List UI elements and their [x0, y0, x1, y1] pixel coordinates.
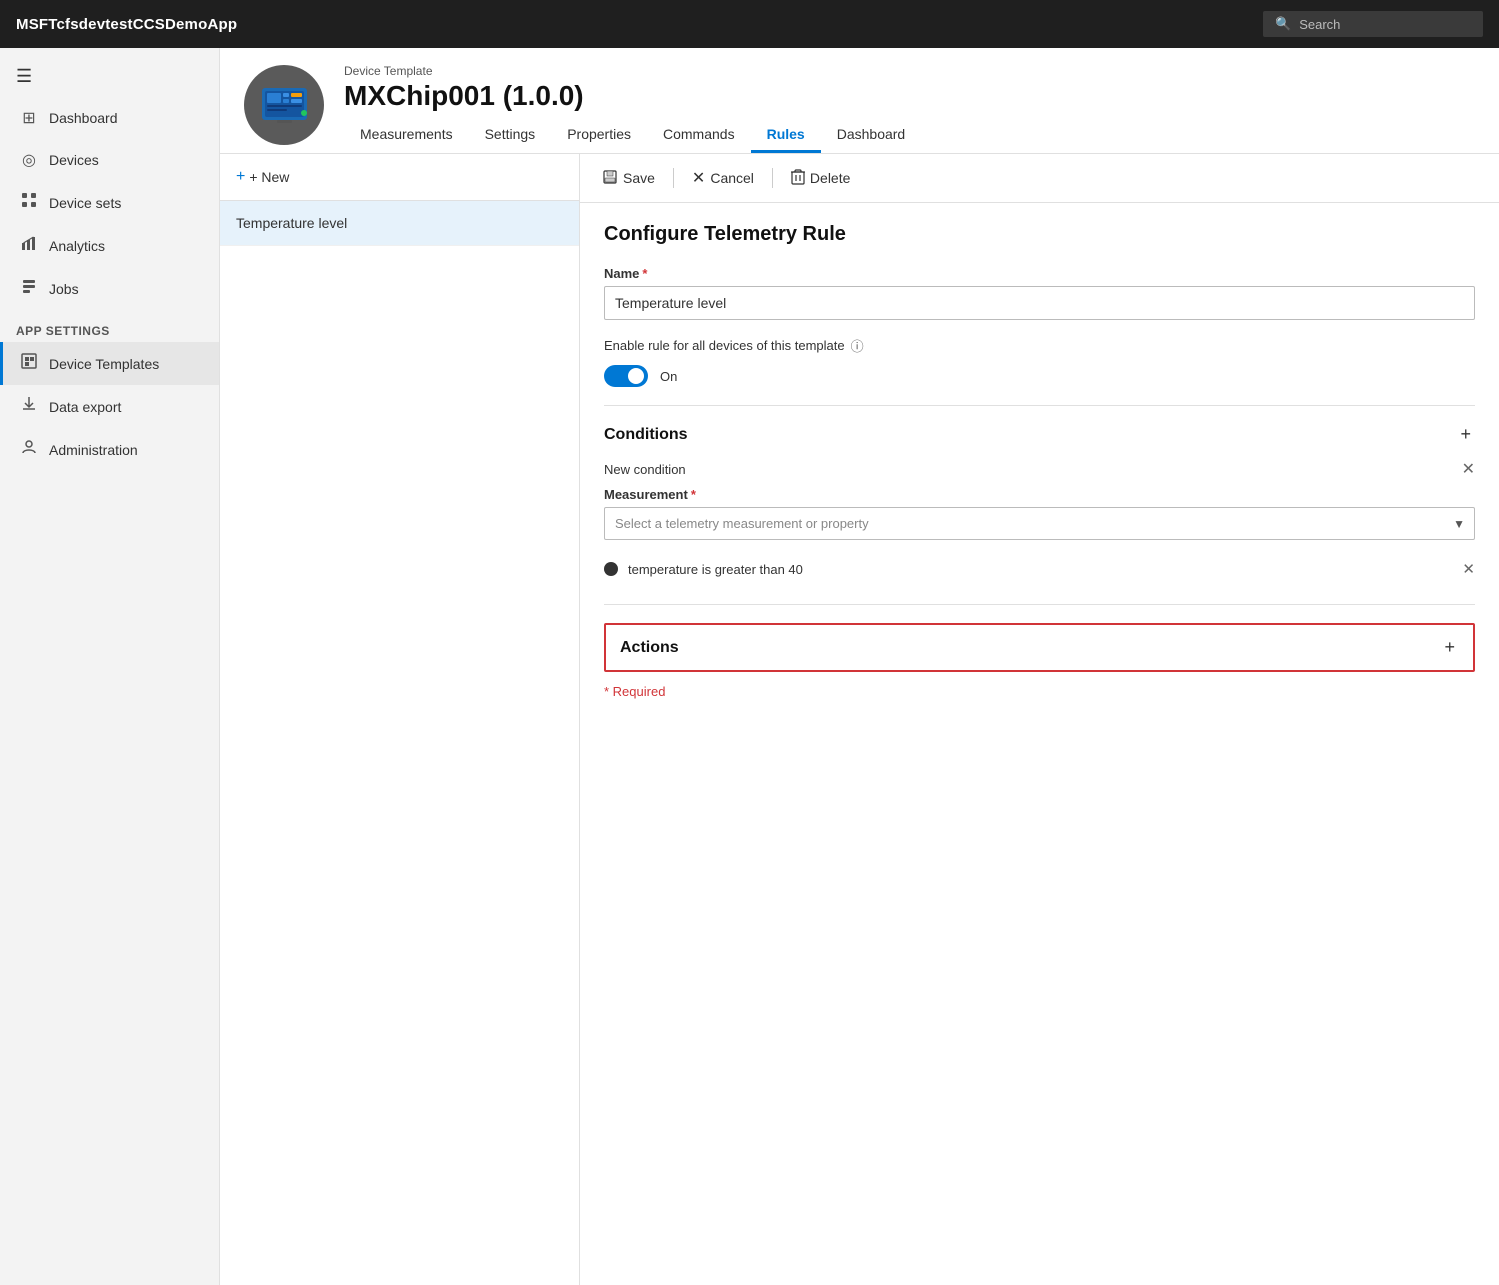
- sidebar-item-label: Administration: [49, 442, 138, 458]
- new-condition-label: New condition: [604, 462, 686, 477]
- add-action-button[interactable]: +: [1440, 637, 1459, 658]
- name-required-star: *: [642, 266, 647, 281]
- device-avatar: [244, 65, 324, 145]
- dashboard-icon: ⊞: [19, 108, 39, 128]
- delete-label: Delete: [810, 170, 850, 186]
- app-title: MSFTcfsdevtestCCSDemoApp: [16, 16, 237, 33]
- save-icon: [602, 169, 618, 188]
- data-export-icon: [19, 396, 39, 417]
- measurement-select[interactable]: Select a telemetry measurement or proper…: [604, 507, 1475, 540]
- rule-name: Temperature level: [236, 215, 347, 231]
- condition-row-header: New condition ✕: [604, 459, 1475, 479]
- plus-icon: +: [236, 168, 245, 186]
- rule-list-item[interactable]: Temperature level: [220, 201, 579, 246]
- divider-1: [604, 405, 1475, 406]
- search-icon: 🔍: [1275, 16, 1291, 32]
- add-condition-button[interactable]: +: [1456, 424, 1475, 445]
- required-note: * Required: [604, 684, 1475, 699]
- cancel-button[interactable]: ✕ Cancel: [690, 164, 756, 192]
- search-placeholder: Search: [1299, 17, 1340, 32]
- panels: + + New Temperature level: [220, 154, 1499, 1285]
- sidebar-item-administration[interactable]: Administration: [0, 428, 219, 471]
- delete-icon: [791, 169, 805, 188]
- left-panel: + + New Temperature level: [220, 154, 580, 1285]
- delete-button[interactable]: Delete: [789, 165, 852, 192]
- topbar: MSFTcfsdevtestCCSDemoApp 🔍 Search: [0, 0, 1499, 48]
- content-area: Device Template MXChip001 (1.0.0) Measur…: [220, 48, 1499, 1285]
- right-panel-toolbar: Save ✕ Cancel: [580, 154, 1499, 203]
- name-input[interactable]: [604, 286, 1475, 320]
- measurement-required-star: *: [691, 487, 696, 502]
- conditions-header: Conditions +: [604, 424, 1475, 445]
- jobs-icon: [19, 278, 39, 299]
- analytics-icon: [19, 235, 39, 256]
- tab-commands[interactable]: Commands: [647, 118, 751, 153]
- hamburger-menu[interactable]: ☰: [0, 56, 219, 97]
- sidebar-item-label: Device Templates: [49, 356, 159, 372]
- name-label: Name*: [604, 266, 1475, 281]
- toggle-row: On: [604, 365, 1475, 387]
- administration-icon: [19, 439, 39, 460]
- toolbar-separator-2: [772, 168, 773, 188]
- condition-dot: [604, 562, 618, 576]
- condition-tag: temperature is greater than 40 ✕: [604, 552, 1475, 586]
- tab-properties[interactable]: Properties: [551, 118, 647, 153]
- enable-rule-toggle[interactable]: [604, 365, 648, 387]
- device-sets-icon: [19, 192, 39, 213]
- measurement-select-wrapper: Select a telemetry measurement or proper…: [604, 507, 1475, 540]
- sidebar-item-label: Jobs: [49, 281, 79, 297]
- sidebar-item-devices[interactable]: ◎ Devices: [0, 139, 219, 181]
- enable-rule-label: Enable rule for all devices of this temp…: [604, 336, 1475, 355]
- sidebar-item-label: Dashboard: [49, 110, 118, 126]
- close-condition-button[interactable]: ✕: [1462, 459, 1475, 479]
- tab-rules[interactable]: Rules: [751, 118, 821, 153]
- condition-block: New condition ✕ Measurement* Select a te…: [604, 459, 1475, 540]
- app-settings-label: App settings: [0, 310, 219, 342]
- left-panel-toolbar: + + New: [220, 154, 579, 201]
- actions-title: Actions: [620, 639, 679, 657]
- sidebar-item-jobs[interactable]: Jobs: [0, 267, 219, 310]
- device-template-header: Device Template MXChip001 (1.0.0) Measur…: [220, 48, 1499, 154]
- right-panel-body: Configure Telemetry Rule Name* Enable ru…: [580, 203, 1499, 719]
- tab-measurements[interactable]: Measurements: [344, 118, 469, 153]
- device-template-label: Device Template: [344, 64, 1475, 78]
- configure-rule-title: Configure Telemetry Rule: [604, 223, 1475, 246]
- sidebar: ☰ ⊞ Dashboard ◎ Devices Device sets: [0, 48, 220, 1285]
- sidebar-item-data-export[interactable]: Data export: [0, 385, 219, 428]
- info-icon: ⓘ: [851, 336, 864, 355]
- cancel-icon: ✕: [692, 168, 705, 188]
- search-bar[interactable]: 🔍 Search: [1263, 11, 1483, 37]
- condition-text: temperature is greater than 40: [628, 562, 1452, 577]
- sidebar-item-label: Data export: [49, 399, 121, 415]
- tab-settings[interactable]: Settings: [469, 118, 552, 153]
- sidebar-item-device-templates[interactable]: Device Templates: [0, 342, 219, 385]
- device-templates-icon: [19, 353, 39, 374]
- conditions-title: Conditions: [604, 426, 688, 444]
- save-button[interactable]: Save: [600, 165, 657, 192]
- devices-icon: ◎: [19, 150, 39, 170]
- sidebar-item-label: Devices: [49, 152, 99, 168]
- device-template-tabs: Measurements Settings Properties Command…: [344, 118, 1475, 153]
- actions-section: Actions +: [604, 623, 1475, 672]
- sidebar-item-analytics[interactable]: Analytics: [0, 224, 219, 267]
- divider-2: [604, 604, 1475, 605]
- sidebar-item-dashboard[interactable]: ⊞ Dashboard: [0, 97, 219, 139]
- cancel-label: Cancel: [710, 170, 754, 186]
- tab-dashboard[interactable]: Dashboard: [821, 118, 922, 153]
- measurement-label: Measurement*: [604, 487, 1475, 502]
- right-panel: Save ✕ Cancel: [580, 154, 1499, 1285]
- sidebar-item-label: Device sets: [49, 195, 121, 211]
- remove-condition-tag-button[interactable]: ✕: [1462, 560, 1475, 578]
- sidebar-item-label: Analytics: [49, 238, 105, 254]
- sidebar-item-device-sets[interactable]: Device sets: [0, 181, 219, 224]
- device-template-info: Device Template MXChip001 (1.0.0) Measur…: [344, 64, 1475, 153]
- toggle-on-label: On: [660, 369, 677, 384]
- new-button-label: + New: [249, 169, 289, 185]
- new-rule-button[interactable]: + + New: [236, 164, 289, 190]
- save-label: Save: [623, 170, 655, 186]
- device-template-title: MXChip001 (1.0.0): [344, 80, 1475, 112]
- toolbar-separator: [673, 168, 674, 188]
